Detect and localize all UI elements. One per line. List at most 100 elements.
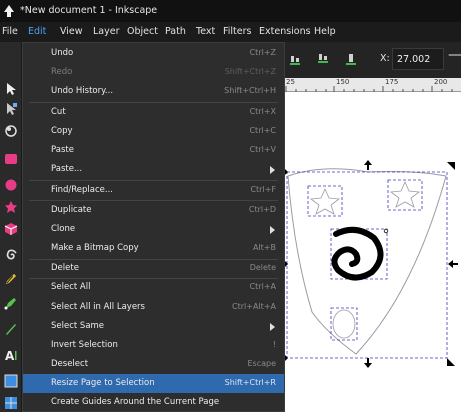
menu-item-shortcut: Shift+Ctrl+Z <box>224 67 276 76</box>
scale-handle-bottom[interactable] <box>364 358 372 368</box>
menu-file[interactable]: File <box>2 26 18 37</box>
menu-filters[interactable]: Filters <box>223 26 251 37</box>
menu-item-shortcut: Ctrl+D <box>248 205 276 214</box>
circle-tool-icon[interactable] <box>4 178 18 192</box>
ruler-label: 175 <box>385 78 399 86</box>
text-tool-icon[interactable]: A <box>4 348 18 362</box>
ellipse-shape[interactable] <box>332 309 356 339</box>
title-bar: *New document 1 - Inkscape <box>0 0 461 22</box>
menu-item-cut[interactable]: Cut Ctrl+X <box>23 103 284 122</box>
menu-path[interactable]: Path <box>165 26 186 37</box>
star-shape[interactable] <box>389 181 421 208</box>
3d-box-tool-icon[interactable] <box>4 222 18 236</box>
menu-item-make-bitmap-copy[interactable]: Make a Bitmap Copy Alt+B <box>23 239 284 258</box>
menu-edit[interactable]: Edit <box>28 26 46 37</box>
scale-handle-top-right[interactable] <box>447 162 455 170</box>
menu-view[interactable]: View <box>60 26 83 37</box>
menu-item-paste[interactable]: Paste Ctrl+V <box>23 141 284 160</box>
menu-item-label: Create Guides Around the Current Page <box>51 397 220 407</box>
menu-item-shortcut: Ctrl+A <box>249 282 276 291</box>
menu-item-shortcut: Ctrl+C <box>249 126 276 135</box>
menu-item-redo: Redo Shift+Ctrl+Z <box>23 63 284 82</box>
menu-item-shortcut: Shift+Ctrl+H <box>224 86 276 95</box>
menu-item-select-all[interactable]: Select All Ctrl+A <box>23 278 284 297</box>
menu-item-clone[interactable]: Clone <box>23 220 284 239</box>
menu-item-shortcut: Shift+Ctrl+R <box>224 378 276 387</box>
menu-item-find-replace[interactable]: Find/Replace... Ctrl+F <box>23 181 284 200</box>
menu-item-invert-selection[interactable]: Invert Selection ! <box>23 336 284 355</box>
gradient-tool-icon[interactable] <box>4 374 18 388</box>
menu-item-shortcut: Ctrl+X <box>249 107 276 116</box>
menu-help[interactable]: Help <box>314 26 336 37</box>
menu-item-select-all-layers[interactable]: Select All in All Layers Ctrl+Alt+A <box>23 298 284 317</box>
selection-bounding-box <box>286 171 448 359</box>
menu-item-deselect[interactable]: Deselect Escape <box>23 355 284 374</box>
menu-item-label: Select Same <box>51 321 105 331</box>
menu-item-label: Duplicate <box>51 205 92 215</box>
menu-item-shortcut: Ctrl+V <box>249 145 276 154</box>
menu-item-delete[interactable]: Delete Delete <box>23 259 284 278</box>
node-tool-icon[interactable] <box>4 102 18 116</box>
scale-handle-bottom-right[interactable] <box>447 358 455 366</box>
x-coordinate-label: X: <box>380 53 390 64</box>
menu-item-shortcut: Ctrl+F <box>250 185 276 194</box>
menu-layer[interactable]: Layer <box>93 26 120 37</box>
menu-item-select-same[interactable]: Select Same <box>23 317 284 336</box>
menu-item-resize-page-to-selection[interactable]: Resize Page to Selection Shift+Ctrl+R <box>23 374 284 393</box>
menu-item-shortcut: Delete <box>249 263 276 272</box>
menu-item-shortcut: Alt+B <box>252 243 276 252</box>
menu-item-label: Clone <box>51 224 76 234</box>
edit-menu-dropdown: Undo Ctrl+Z Redo Shift+Ctrl+Z Undo Histo… <box>22 42 285 412</box>
pen-tool-icon[interactable] <box>4 296 18 310</box>
ruler-label: 25 <box>286 78 295 86</box>
menu-item-copy[interactable]: Copy Ctrl+C <box>23 122 284 141</box>
menu-item-shortcut: Ctrl+Alt+A <box>232 302 276 311</box>
spiral-tool-icon[interactable] <box>4 248 18 262</box>
submenu-arrow-icon <box>270 323 275 331</box>
menu-item-paste-submenu[interactable]: Paste... <box>23 160 284 179</box>
mesh-tool-icon[interactable] <box>4 396 18 410</box>
menu-item-label: Cut <box>51 107 66 117</box>
decrement-button[interactable]: — <box>448 47 461 63</box>
scale-handle-top[interactable] <box>364 160 372 170</box>
menu-item-label: Find/Replace... <box>51 185 114 195</box>
rectangle-tool-icon[interactable] <box>4 152 18 166</box>
align-middle-icon[interactable] <box>316 52 330 66</box>
menu-item-undo[interactable]: Undo Ctrl+Z <box>23 44 284 63</box>
tweak-tool-icon[interactable] <box>4 124 18 138</box>
menu-item-label: Undo <box>51 48 74 58</box>
ellipse-selection-box <box>330 307 358 341</box>
calligraphy-tool-icon[interactable] <box>4 322 18 336</box>
menu-item-label: Resize Page to Selection <box>51 378 155 388</box>
window-title: *New document 1 - Inkscape <box>20 5 158 16</box>
menu-text[interactable]: Text <box>196 26 215 37</box>
inkscape-window: *New document 1 - Inkscape File Edit Vie… <box>0 0 461 412</box>
menu-item-shortcut: Escape <box>247 359 276 368</box>
menu-bar: File Edit View Layer Object Path Text Fi… <box>0 22 461 42</box>
scale-handle-right[interactable] <box>448 260 458 268</box>
spiral-shape[interactable] <box>331 226 384 281</box>
horizontal-ruler: 25 150 175 200 <box>284 78 461 92</box>
menu-item-label: Make a Bitmap Copy <box>51 243 139 253</box>
selector-tool-icon[interactable] <box>4 82 18 96</box>
svg-text:A: A <box>5 349 15 362</box>
align-baseline-icon[interactable] <box>344 52 358 66</box>
spiral-handle[interactable] <box>383 228 389 234</box>
x-coordinate-input[interactable]: 27.002 <box>392 48 444 70</box>
align-bottom-icon[interactable] <box>288 52 302 66</box>
pencil-tool-icon[interactable] <box>4 272 18 286</box>
menu-item-duplicate[interactable]: Duplicate Ctrl+D <box>23 201 284 220</box>
ruler-label: 200 <box>434 78 448 86</box>
menu-item-undo-history[interactable]: Undo History... Shift+Ctrl+H <box>23 82 284 101</box>
star-shape[interactable] <box>309 188 341 215</box>
menu-item-shortcut: Ctrl+Z <box>249 48 276 57</box>
toolbox: A <box>0 42 22 412</box>
canvas-drawing <box>284 92 458 412</box>
menu-item-create-guides[interactable]: Create Guides Around the Current Page <box>23 393 284 412</box>
menu-item-label: Redo <box>51 67 73 77</box>
star-tool-icon[interactable] <box>4 200 18 214</box>
menu-item-label: Paste... <box>51 164 83 174</box>
drawing-canvas[interactable] <box>284 92 461 412</box>
menu-extensions[interactable]: Extensions <box>259 26 311 37</box>
menu-object[interactable]: Object <box>127 26 158 37</box>
